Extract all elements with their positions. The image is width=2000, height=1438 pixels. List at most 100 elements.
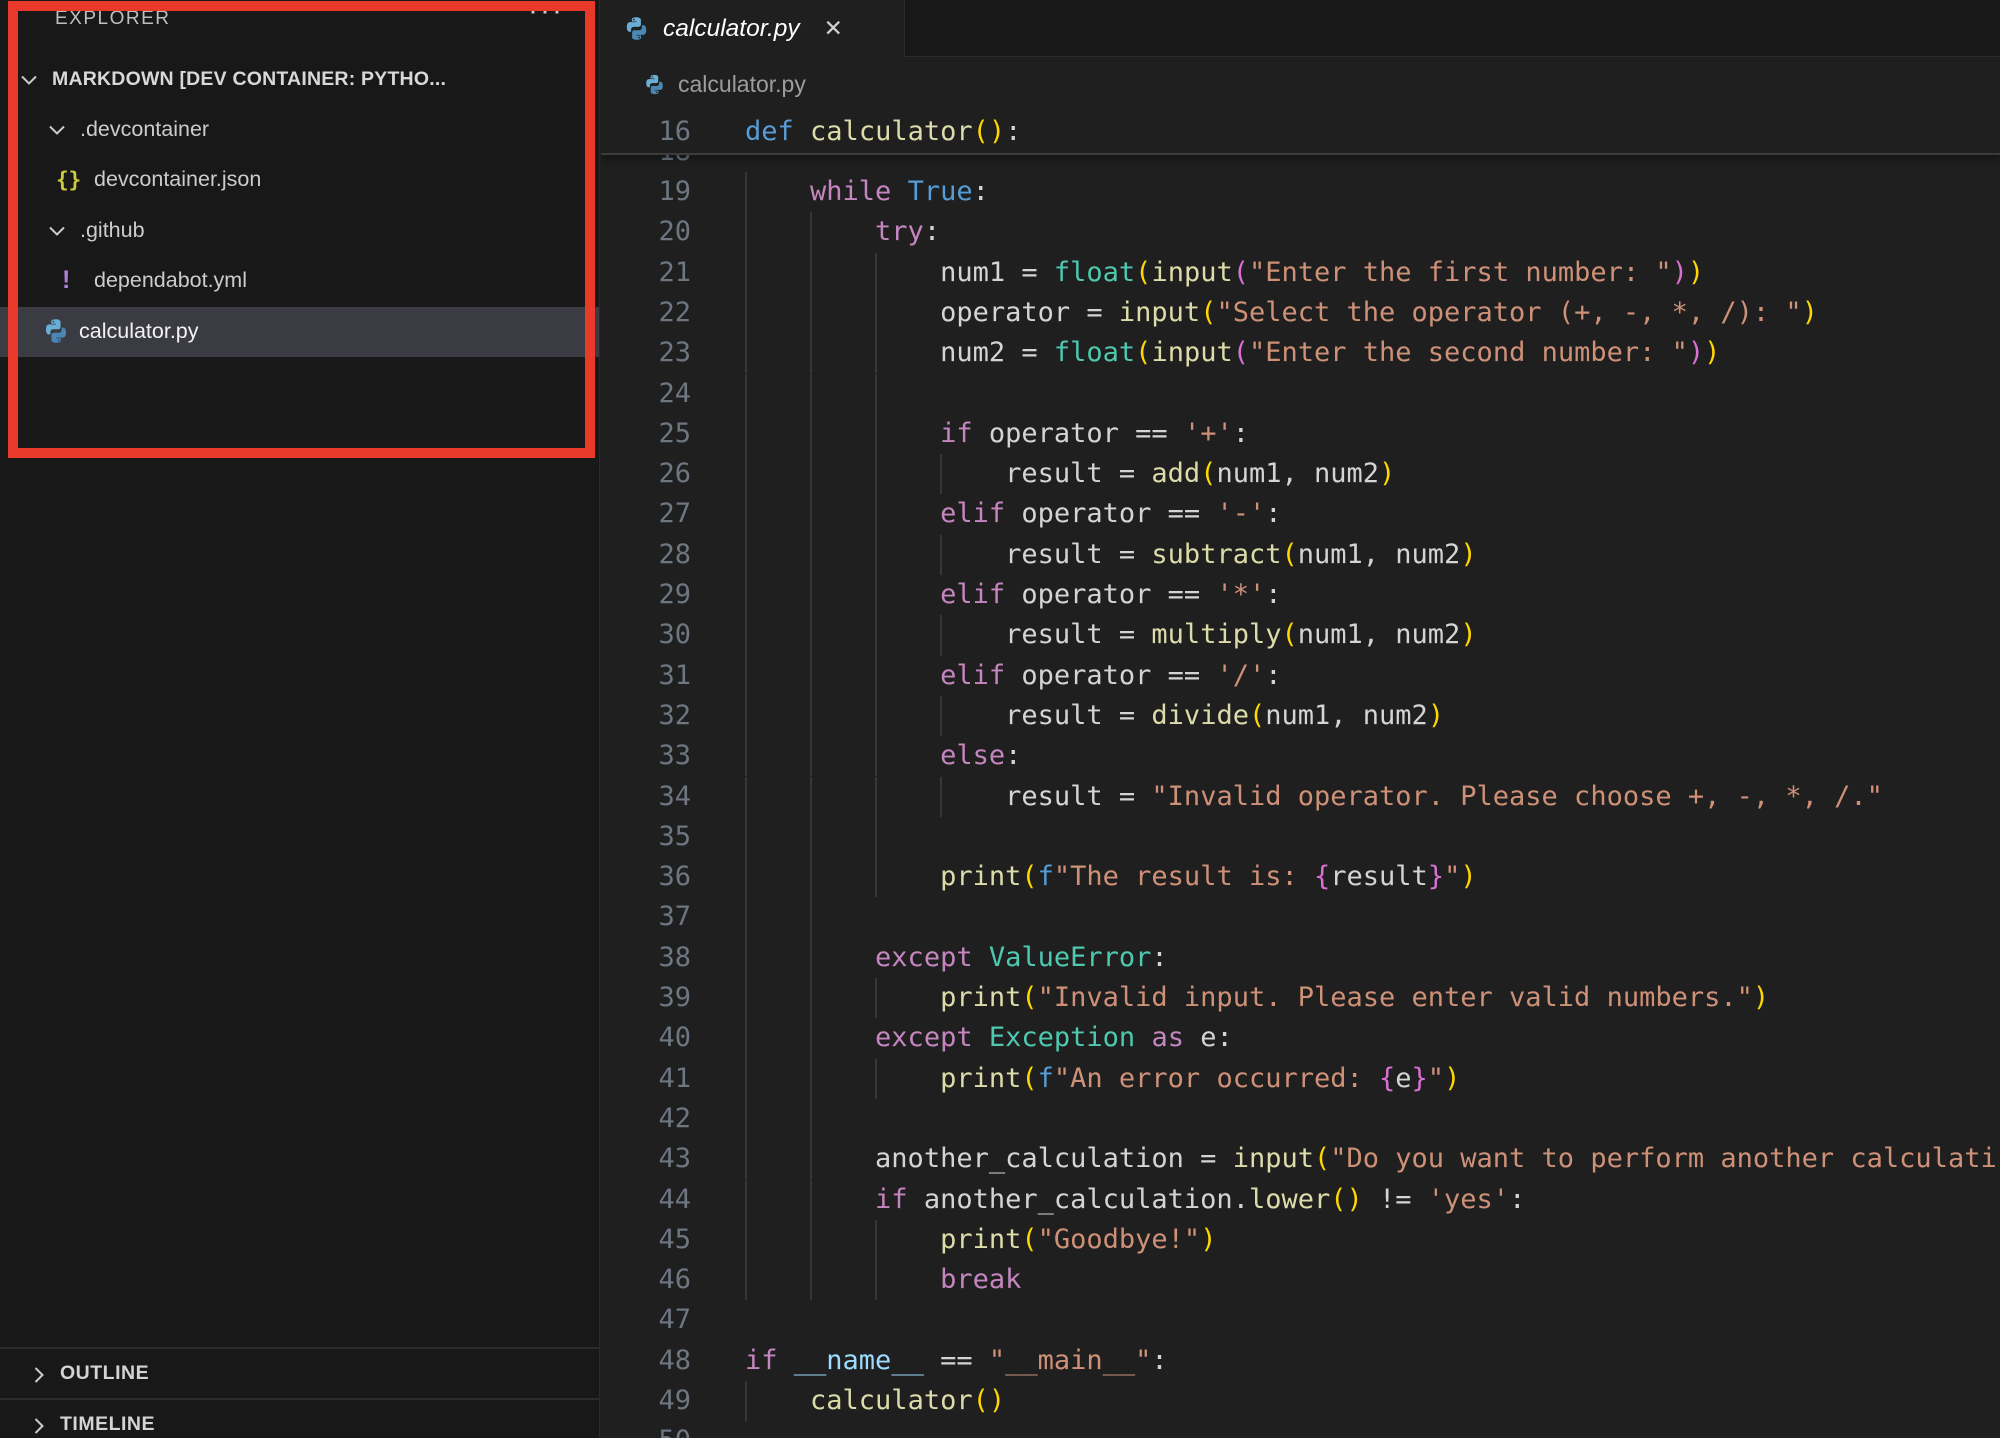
line-number: 33: [601, 736, 691, 776]
code-text: break: [745, 1260, 1021, 1300]
python-icon: [42, 317, 70, 345]
code-line-24[interactable]: 24: [601, 374, 2000, 414]
code-line-19[interactable]: 19 while True:: [601, 172, 2000, 212]
line-number: 48: [601, 1341, 691, 1381]
breadcrumb: calculator.py: [601, 57, 2000, 112]
line-number: 44: [601, 1180, 691, 1220]
line-number: 34: [601, 777, 691, 817]
code-line-47[interactable]: 47: [601, 1300, 2000, 1340]
code-line-37[interactable]: 37: [601, 897, 2000, 937]
indent-guide: [875, 817, 877, 857]
code-text: num2 = float(input("Enter the second num…: [745, 333, 1720, 373]
code-line-20[interactable]: 20 try:: [601, 212, 2000, 252]
breadcrumb-file-item[interactable]: calculator.py: [678, 71, 806, 98]
code-line-42[interactable]: 42: [601, 1099, 2000, 1139]
indent-guide: [810, 374, 812, 414]
explorer-sidebar: EXPLORER ··· MARKDOWN [DEV CONTAINER: PY…: [0, 0, 600, 1438]
code-text: except Exception as e:: [745, 1018, 1233, 1058]
explorer-actions-icon[interactable]: ···: [528, 0, 564, 28]
line-number: 38: [601, 938, 691, 978]
code-text: elif operator == '/':: [745, 656, 1282, 696]
code-line-43[interactable]: 43 another_calculation = input("Do you w…: [601, 1139, 2000, 1179]
workspace-section-header[interactable]: MARKDOWN [DEV CONTAINER: PYTHO...: [0, 55, 599, 105]
python-file-icon: [42, 317, 72, 347]
chevron-right-icon: [28, 1415, 50, 1437]
code-text: except ValueError:: [745, 938, 1168, 978]
code-text: result = add(num1, num2): [745, 454, 1395, 494]
code-line-45[interactable]: 45 print("Goodbye!"): [601, 1220, 2000, 1260]
code-text: elif operator == '-':: [745, 494, 1282, 534]
line-number: 36: [601, 857, 691, 897]
line-number: 32: [601, 696, 691, 736]
code-line-31[interactable]: 31 elif operator == '/':: [601, 656, 2000, 696]
line-number: 19: [601, 172, 691, 212]
code-text: calculator(): [745, 1381, 1005, 1421]
line-number: 20: [601, 212, 691, 252]
line-number: 50: [601, 1421, 691, 1438]
code-line-41[interactable]: 41 print(f"An error occurred: {e}"): [601, 1059, 2000, 1099]
code-text: else:: [745, 736, 1021, 776]
explorer-title: EXPLORER: [55, 8, 170, 30]
line-number: 26: [601, 454, 691, 494]
code-line-23[interactable]: 23 num2 = float(input("Enter the second …: [601, 333, 2000, 373]
code-line-49[interactable]: 49 calculator(): [601, 1381, 2000, 1421]
tree-item-devcontainer-json[interactable]: {}devcontainer.json: [0, 155, 599, 205]
code-line-30[interactable]: 30 result = multiply(num1, num2): [601, 615, 2000, 655]
code-text: if __name__ == "__main__":: [745, 1341, 1168, 1381]
tree-item-label: .devcontainer: [80, 117, 209, 142]
chevron-down-icon: [18, 69, 40, 91]
dependabot-file-icon: !: [62, 266, 92, 296]
tree-item--devcontainer[interactable]: .devcontainer: [0, 105, 599, 155]
code-text: result = divide(num1, num2): [745, 696, 1444, 736]
timeline-panel-header[interactable]: TIMELINE: [0, 1398, 600, 1438]
code-line-44[interactable]: 44 if another_calculation.lower() != 'ye…: [601, 1180, 2000, 1220]
json-file-icon: {}: [56, 168, 86, 198]
code-line-38[interactable]: 38 except ValueError:: [601, 938, 2000, 978]
sticky-scroll-line[interactable]: 16def calculator():: [601, 112, 2000, 155]
code-line-22[interactable]: 22 operator = input("Select the operator…: [601, 293, 2000, 333]
tree-item--github[interactable]: .github: [0, 206, 599, 256]
code-line-25[interactable]: 25 if operator == '+':: [601, 414, 2000, 454]
line-number: 24: [601, 374, 691, 414]
code-line-26[interactable]: 26 result = add(num1, num2): [601, 454, 2000, 494]
line-number: 29: [601, 575, 691, 615]
line-number: 39: [601, 978, 691, 1018]
code-text: try:: [745, 212, 940, 252]
indent-guide: [745, 374, 747, 414]
code-line-27[interactable]: 27 elif operator == '-':: [601, 494, 2000, 534]
code-text: print("Invalid input. Please enter valid…: [745, 978, 1769, 1018]
code-line-35[interactable]: 35: [601, 817, 2000, 857]
code-editor[interactable]: 1819 while True:20 try:21 num1 = float(i…: [601, 112, 2000, 1438]
line-number: 28: [601, 535, 691, 575]
line-number: 45: [601, 1220, 691, 1260]
python-file-icon: [643, 73, 666, 96]
indent-guide: [745, 897, 747, 937]
tab-bar: calculator.py ✕: [601, 0, 2000, 57]
tab-calculator-py[interactable]: calculator.py ✕: [601, 0, 905, 57]
code-line-33[interactable]: 33 else:: [601, 736, 2000, 776]
code-text: if operator == '+':: [745, 414, 1249, 454]
code-line-40[interactable]: 40 except Exception as e:: [601, 1018, 2000, 1058]
line-number: 30: [601, 615, 691, 655]
code-line-46[interactable]: 46 break: [601, 1260, 2000, 1300]
line-number: 41: [601, 1059, 691, 1099]
code-line-32[interactable]: 32 result = divide(num1, num2): [601, 696, 2000, 736]
line-number: 46: [601, 1260, 691, 1300]
code-text: print(f"The result is: {result}"): [745, 857, 1477, 897]
tree-item-calculator-py[interactable]: calculator.py: [0, 307, 599, 357]
code-line-28[interactable]: 28 result = subtract(num1, num2): [601, 535, 2000, 575]
code-line-21[interactable]: 21 num1 = float(input("Enter the first n…: [601, 253, 2000, 293]
tree-item-label: dependabot.yml: [94, 268, 247, 293]
line-number: 49: [601, 1381, 691, 1421]
code-line-36[interactable]: 36 print(f"The result is: {result}"): [601, 857, 2000, 897]
code-text: num1 = float(input("Enter the first numb…: [745, 253, 1704, 293]
code-line-48[interactable]: 48 if __name__ == "__main__":: [601, 1341, 2000, 1381]
code-line-29[interactable]: 29 elif operator == '*':: [601, 575, 2000, 615]
outline-panel-header[interactable]: OUTLINE: [0, 1347, 600, 1398]
code-line-39[interactable]: 39 print("Invalid input. Please enter va…: [601, 978, 2000, 1018]
tree-item-dependabot-yml[interactable]: !dependabot.yml: [0, 256, 599, 306]
close-icon[interactable]: ✕: [824, 15, 843, 42]
code-line-34[interactable]: 34 result = "Invalid operator. Please ch…: [601, 777, 2000, 817]
python-file-icon: [623, 15, 650, 42]
code-line-50[interactable]: 50: [601, 1421, 2000, 1438]
